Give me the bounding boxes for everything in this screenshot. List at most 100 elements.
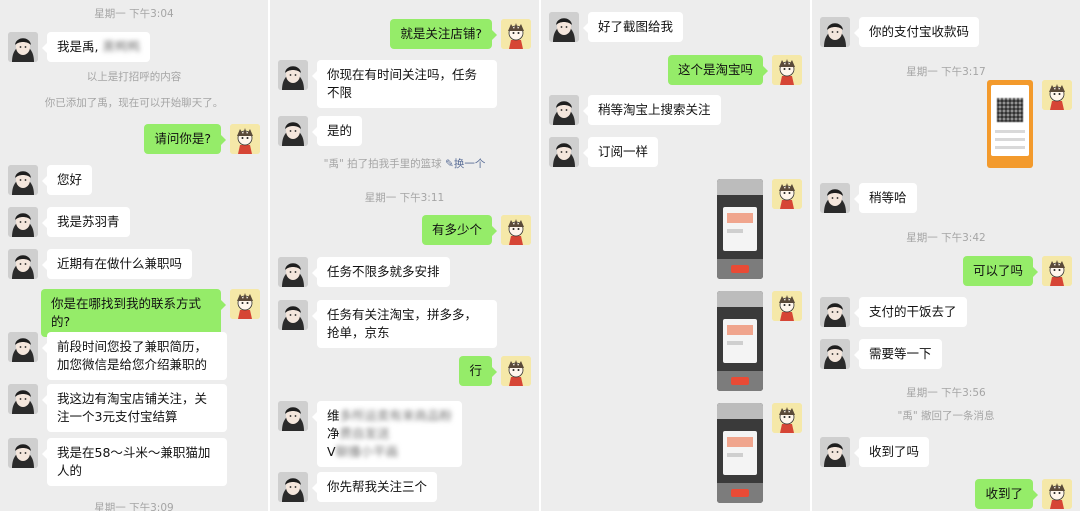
message-bubble[interactable]: 稍等哈 [854, 183, 917, 213]
message-bubble[interactable]: 稍等淘宝上搜索关注 [583, 95, 721, 125]
received-message: 任务不限多就多安排 [270, 257, 539, 297]
my-avatar[interactable] [501, 19, 531, 49]
chat-panel-4: 你的支付宝收款码 星期一 下午3:17 稍等哈 星期一 下午3:42 可以了吗 支付的干饭… [812, 0, 1080, 511]
system-notice: 以上是打招呼的内容 [86, 71, 182, 83]
change-pat-link[interactable]: ✎换一个 [445, 158, 485, 170]
received-message: 好了截图给我 [541, 12, 810, 52]
message-bubble[interactable]: 我是苏羽青 [42, 207, 130, 237]
qr-code-preview [987, 80, 1033, 168]
screenshot-preview [717, 403, 763, 503]
redacted-text: 费自发送 [339, 426, 390, 441]
my-avatar[interactable] [772, 403, 802, 433]
message-bubble[interactable]: 请问你是? [144, 124, 226, 154]
message-text: 您好 [57, 172, 83, 187]
message-text: 近期有在做什么兼职吗 [57, 256, 183, 271]
contact-avatar[interactable] [549, 137, 579, 167]
message-text: 订阅一样 [598, 144, 649, 159]
my-avatar[interactable] [230, 124, 260, 154]
contact-avatar[interactable] [278, 472, 308, 502]
contact-avatar[interactable] [549, 12, 579, 42]
message-bubble[interactable]: 维多所运卖有来商品粉 净费自发送 V聊播小平画 [311, 401, 463, 467]
message-bubble[interactable]: 任务有关注淘宝，拼多多，抢单，京东 [312, 300, 497, 348]
my-avatar[interactable] [1042, 80, 1072, 110]
message-bubble[interactable]: 你是在哪找到我的联系方式的? [41, 289, 226, 337]
my-avatar[interactable] [1042, 256, 1072, 286]
message-text: 我是禹, [57, 39, 103, 54]
redacted-text: 黑鸭鸭 [102, 39, 140, 54]
message-bubble[interactable]: 支付的干饭去了 [854, 297, 967, 327]
sent-image-message [541, 403, 810, 503]
sent-message: 收到了 [812, 479, 1080, 511]
my-avatar[interactable] [501, 215, 531, 245]
message-bubble[interactable]: 任务不限多就多安排 [312, 257, 450, 287]
message-bubble[interactable]: 收到了吗 [853, 437, 930, 467]
message-text: 需要等一下 [869, 346, 932, 361]
timestamp: 星期一 下午3:09 [94, 502, 174, 511]
sent-message: 这个是淘宝吗 [541, 55, 810, 95]
message-bubble[interactable]: 是的 [311, 116, 363, 146]
message-bubble[interactable]: 订阅一样 [582, 137, 659, 167]
message-bubble[interactable]: 收到了 [975, 479, 1038, 509]
contact-avatar[interactable] [8, 384, 38, 414]
message-bubble[interactable]: 有多少个 [421, 215, 498, 245]
screenshot-preview [717, 179, 763, 279]
contact-avatar[interactable] [820, 437, 850, 467]
my-avatar[interactable] [1042, 479, 1072, 509]
received-message: 我是在58～斗米～兼职猫加人的 [0, 438, 268, 486]
contact-avatar[interactable] [549, 95, 579, 125]
screenshot-thumbnail[interactable] [717, 403, 763, 503]
contact-avatar[interactable] [8, 207, 38, 237]
message-text: 支付的干饭去了 [869, 304, 957, 319]
contact-avatar[interactable] [820, 17, 850, 47]
my-avatar[interactable] [772, 179, 802, 209]
message-bubble[interactable]: 你的支付宝收款码 [853, 17, 980, 47]
message-text: 收到了吗 [869, 444, 920, 459]
contact-avatar[interactable] [278, 401, 308, 431]
my-avatar[interactable] [772, 291, 802, 321]
contact-avatar[interactable] [8, 165, 38, 195]
timestamp: 星期一 下午3:04 [94, 8, 174, 20]
message-text: 请问你是? [154, 131, 211, 146]
my-avatar[interactable] [230, 289, 260, 319]
contact-avatar[interactable] [820, 297, 850, 327]
message-bubble[interactable]: 我是禹, 黑鸭鸭 [42, 32, 150, 62]
message-text: 可以了吗 [972, 263, 1023, 278]
received-message: 是的 [270, 116, 539, 156]
message-text: 你的支付宝收款码 [869, 24, 970, 39]
redacted-text: 聊播小平画 [335, 444, 399, 459]
message-bubble[interactable]: 好了截图给我 [582, 12, 684, 42]
contact-avatar[interactable] [278, 300, 308, 330]
my-avatar[interactable] [772, 55, 802, 85]
chat-panel-3: 好了截图给我这个是淘宝吗稍等淘宝上搜索关注 订阅一样 [541, 0, 810, 511]
received-message: 需要等一下 [812, 339, 1080, 379]
message-bubble[interactable]: 我是在58～斗米～兼职猫加人的 [42, 438, 227, 486]
message-bubble[interactable]: 我这边有淘宝店铺关注，关注一个3元支付宝结算 [42, 384, 227, 432]
contact-avatar[interactable] [8, 249, 38, 279]
message-bubble[interactable]: 可以了吗 [962, 256, 1039, 286]
contact-avatar[interactable] [820, 339, 850, 369]
screenshot-thumbnail[interactable] [717, 179, 763, 279]
message-text: 稍等淘宝上搜索关注 [598, 102, 711, 117]
contact-avatar[interactable] [8, 438, 38, 468]
my-avatar[interactable] [501, 356, 531, 386]
contact-avatar[interactable] [8, 32, 38, 62]
contact-avatar[interactable] [820, 183, 850, 213]
screenshot-thumbnail[interactable] [717, 291, 763, 391]
message-bubble[interactable]: 这个是淘宝吗 [667, 55, 769, 85]
contact-avatar[interactable] [8, 332, 38, 362]
screenshot-preview [717, 291, 763, 391]
message-bubble[interactable]: 就是关注店铺? [390, 19, 497, 49]
contact-avatar[interactable] [278, 60, 308, 90]
contact-avatar[interactable] [278, 257, 308, 287]
received-message: 你现在有时间关注吗，任务不限 [270, 60, 539, 108]
timestamp: 星期一 下午3:11 [364, 192, 445, 204]
contact-avatar[interactable] [278, 116, 308, 146]
message-bubble[interactable]: 前段时间您投了兼职简历，加您微信是给您介绍兼职的 [42, 332, 227, 380]
message-bubble[interactable]: 行 [459, 356, 497, 386]
message-bubble[interactable]: 需要等一下 [854, 339, 942, 369]
message-bubble[interactable]: 你先帮我关注三个 [311, 472, 438, 502]
message-bubble[interactable]: 你现在有时间关注吗，任务不限 [312, 60, 497, 108]
payment-qr-image[interactable] [987, 80, 1033, 168]
message-bubble[interactable]: 近期有在做什么兼职吗 [41, 249, 193, 279]
message-bubble[interactable]: 您好 [41, 165, 93, 195]
